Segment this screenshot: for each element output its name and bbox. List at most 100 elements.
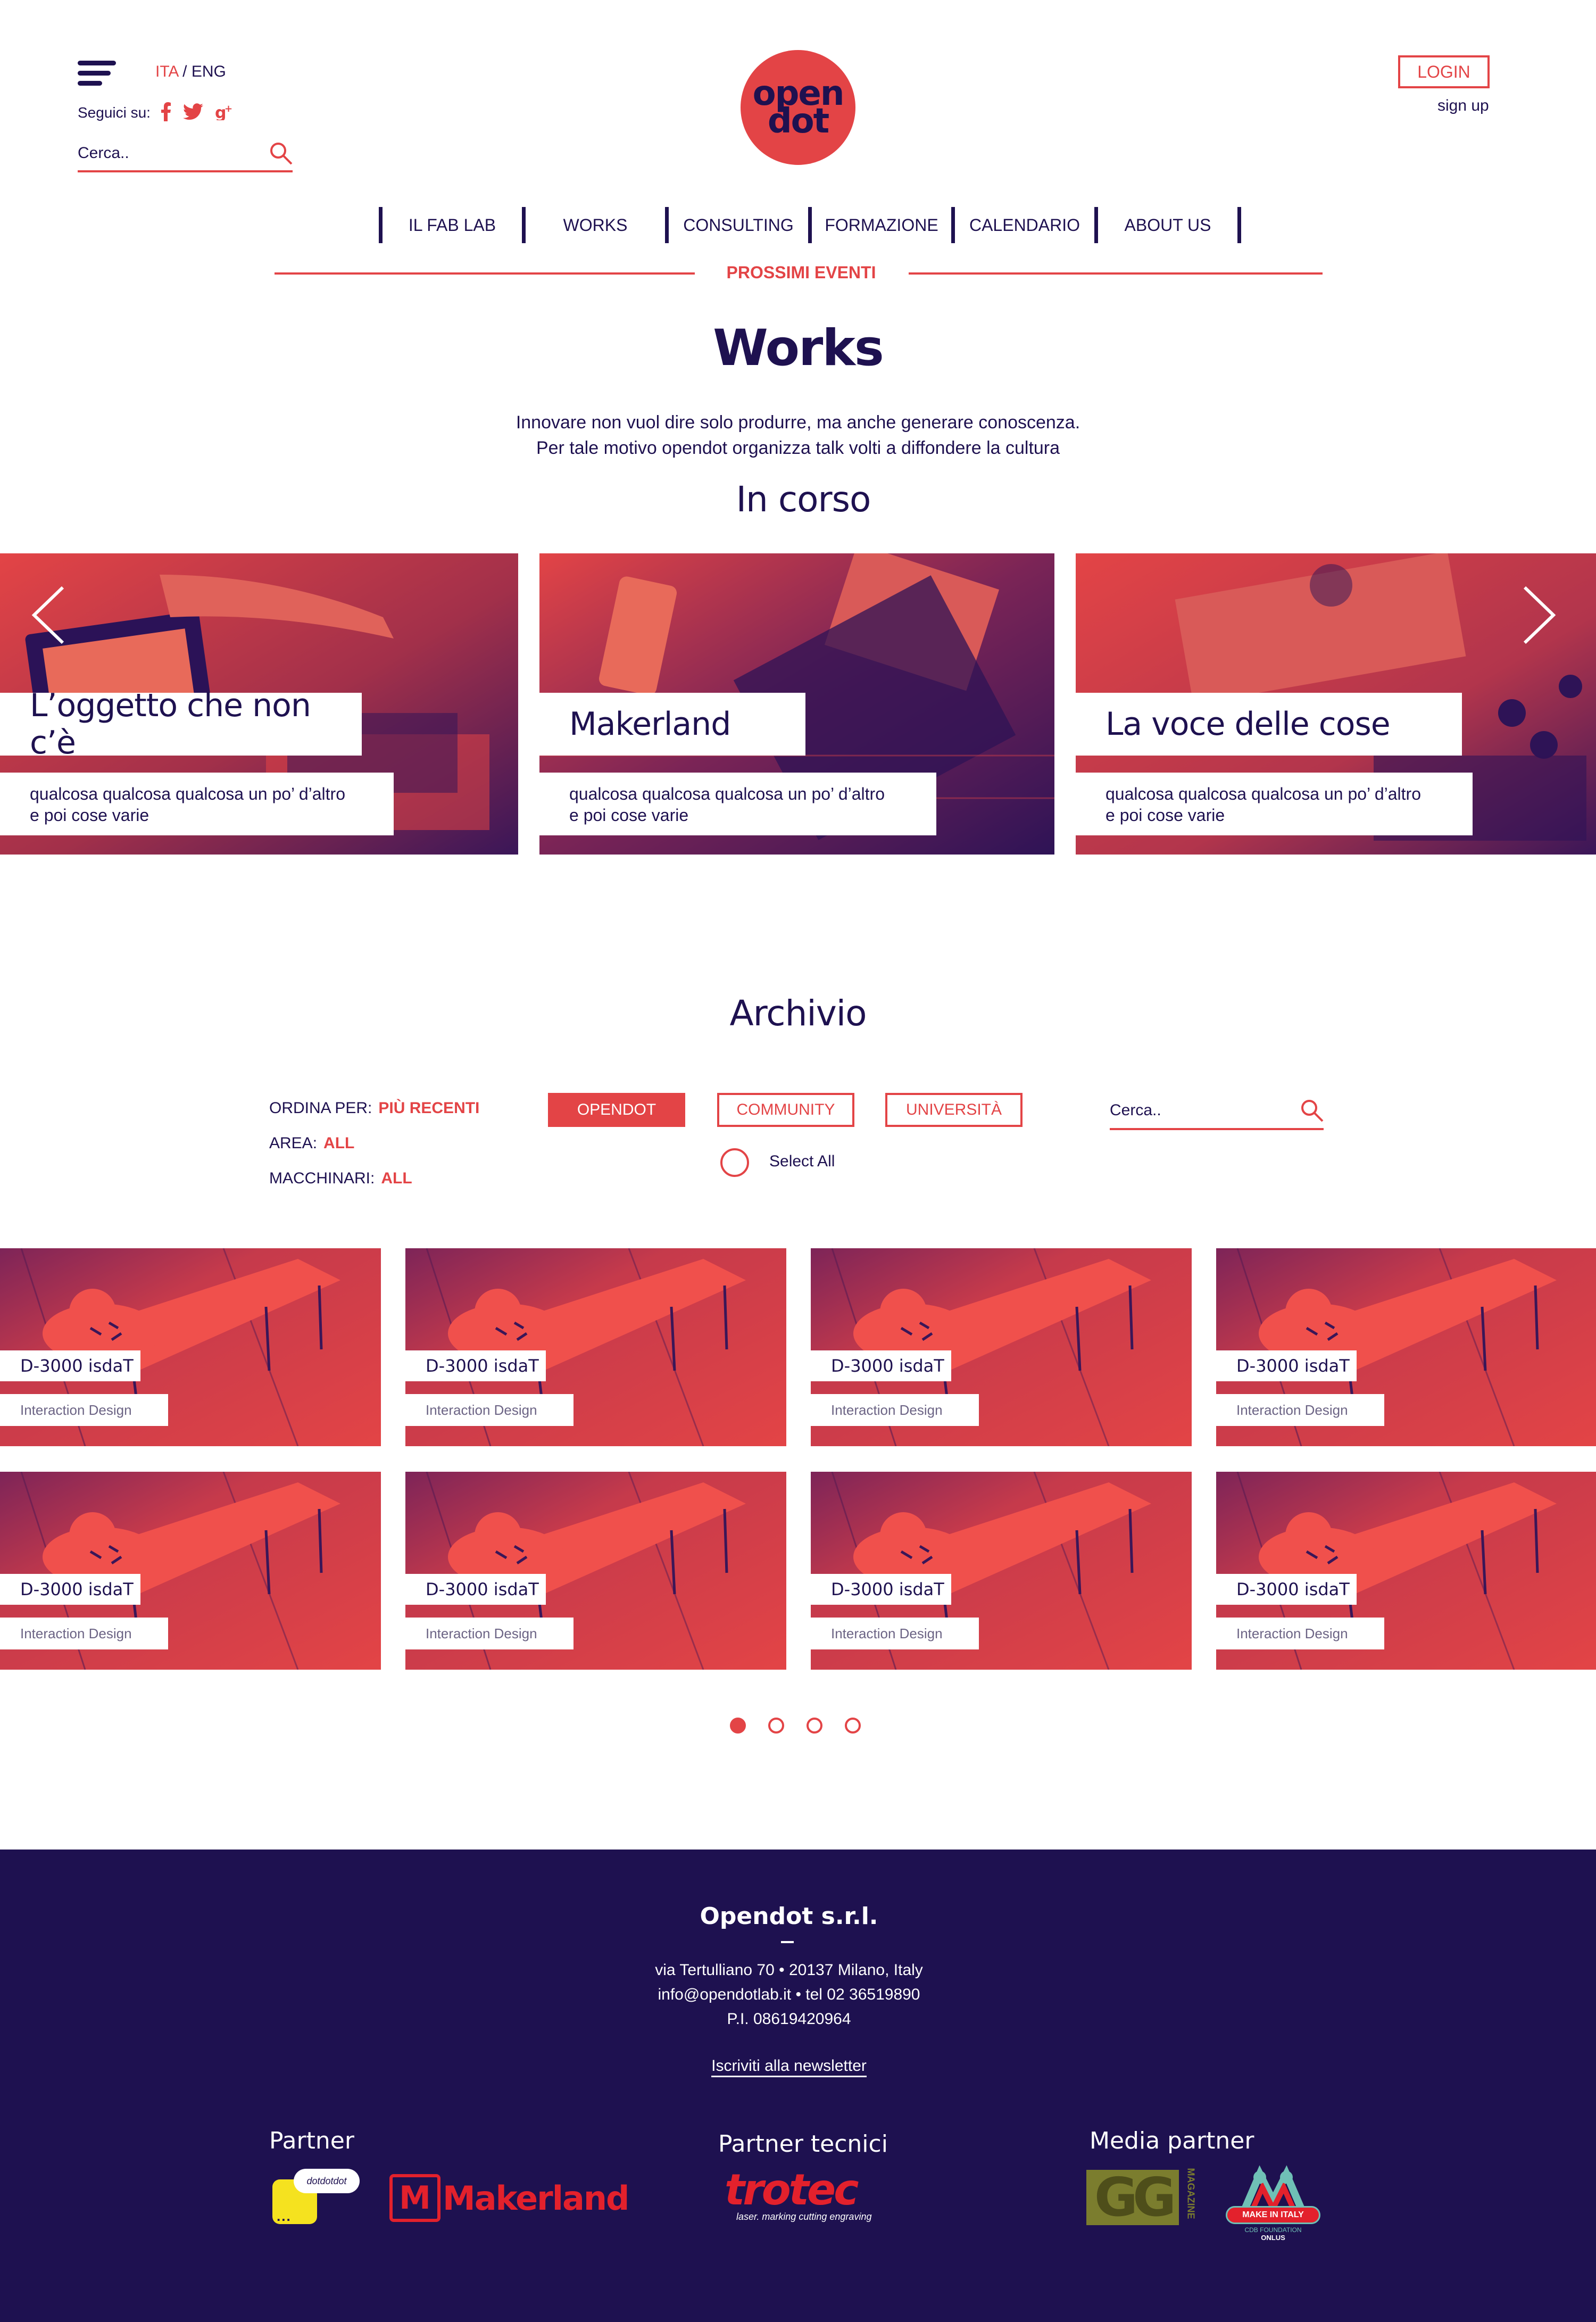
nav-item-works[interactable]: WORKS: [526, 206, 665, 244]
archive-card-title: D-3000 isdaT: [1216, 1574, 1357, 1605]
archivio-heading: Archivio: [729, 993, 867, 1034]
pagination: [730, 1718, 861, 1734]
archive-card[interactable]: D-3000 isdaT Interaction Design: [0, 1248, 381, 1446]
machines-label: MACCHINARI:: [269, 1170, 375, 1187]
sort-filter[interactable]: ORDINA PER: PIÙ RECENTI: [269, 1099, 479, 1117]
upcoming-events-link[interactable]: PROSSIMI EVENTI: [695, 263, 908, 283]
pagination-dot[interactable]: [845, 1718, 861, 1734]
nav-divider: [808, 207, 812, 243]
featured-card-title: Makerland: [539, 693, 805, 756]
archive-card[interactable]: D-3000 isdaT Interaction Design: [1216, 1472, 1596, 1670]
archive-card-title: D-3000 isdaT: [811, 1350, 951, 1381]
facebook-icon[interactable]: [161, 102, 171, 121]
dotdotdot-logo-text: dotdotdot: [294, 2169, 360, 2193]
in-corso-heading: In corso: [736, 479, 871, 520]
dotdotdot-logo[interactable]: ... dotdotdot: [272, 2169, 360, 2224]
featured-card-title: L’oggetto che non c’è: [0, 687, 362, 761]
archive-card[interactable]: D-3000 isdaT Interaction Design: [0, 1472, 381, 1670]
archive-card[interactable]: D-3000 isdaT Interaction Design: [811, 1248, 1192, 1446]
login-button[interactable]: LOGIN: [1398, 55, 1490, 88]
archive-card-title: D-3000 isdaT: [0, 1350, 140, 1381]
archive-card-tag: Interaction Design: [1216, 1618, 1384, 1649]
archive-card-tag: Interaction Design: [811, 1618, 979, 1649]
nav-item-about-us[interactable]: ABOUT US: [1098, 206, 1237, 244]
archive-card[interactable]: D-3000 isdaT Interaction Design: [811, 1472, 1192, 1670]
follow-label: Seguici su:: [78, 104, 151, 121]
lang-ita[interactable]: ITA: [155, 63, 178, 80]
makerland-logo-text: Makerland: [443, 2178, 629, 2218]
carousel-next-button[interactable]: [1520, 584, 1558, 646]
featured-card-title: La voce delle cose: [1076, 693, 1462, 756]
featured-card-description: qualcosa qualcosa qualcosa un po’ d’altr…: [1076, 773, 1473, 835]
language-switcher[interactable]: ITA / ENG: [155, 63, 226, 81]
pagination-dot[interactable]: [768, 1718, 784, 1734]
trotec-tagline: laser. marking cutting engraving: [736, 2211, 872, 2222]
machines-filter[interactable]: MACCHINARI: ALL: [269, 1170, 412, 1188]
gg-magazine-logo[interactable]: GG MAGAZINE: [1086, 2168, 1196, 2232]
select-all-label: Select All: [769, 1152, 835, 1170]
select-all-radio[interactable]: [720, 1148, 749, 1177]
header-search-input[interactable]: [78, 144, 248, 162]
nav-item-consulting[interactable]: CONSULTING: [669, 206, 808, 244]
archive-card[interactable]: D-3000 isdaT Interaction Design: [405, 1472, 786, 1670]
divider-right: [909, 272, 1323, 275]
description-line: e poi cose varie: [30, 806, 149, 825]
area-label: AREA:: [269, 1134, 318, 1152]
archive-search-input[interactable]: [1110, 1101, 1280, 1119]
page-title: Works: [713, 319, 884, 377]
partner-heading: Partner: [269, 2127, 354, 2154]
footer-dash: [781, 1941, 794, 1943]
archive-search: [1110, 1093, 1324, 1130]
menu-icon[interactable]: [78, 61, 116, 91]
newsletter-link[interactable]: Iscriviti alla newsletter: [711, 2057, 867, 2077]
featured-card[interactable]: L’oggetto che non c’è qualcosa qualcosa …: [0, 553, 518, 855]
archive-card-tag: Interaction Design: [0, 1394, 168, 1426]
signup-link[interactable]: sign up: [1437, 97, 1489, 115]
description-line: e poi cose varie: [1105, 806, 1225, 825]
header-search: [78, 136, 293, 172]
make-in-italy-logo[interactable]: MAKE IN ITALY CDB FOUNDATION ONLUS: [1223, 2163, 1324, 2243]
nav-divider: [1094, 207, 1098, 243]
intro-line-1: Innovare non vuol dire solo produrre, ma…: [516, 412, 1080, 433]
makerland-logo[interactable]: M Makerland: [389, 2174, 629, 2222]
sort-value[interactable]: PIÙ RECENTI: [378, 1099, 479, 1117]
area-value[interactable]: ALL: [323, 1134, 354, 1152]
archive-card-tag: Interaction Design: [811, 1394, 979, 1426]
archive-card-title: D-3000 isdaT: [405, 1574, 546, 1605]
nav-item-formazione[interactable]: FORMAZIONE: [812, 206, 951, 244]
media-partner-heading: Media partner: [1090, 2127, 1254, 2154]
filter-community[interactable]: COMMUNITY: [717, 1093, 854, 1127]
google-plus-icon[interactable]: g+: [215, 103, 235, 120]
carousel-prev-button[interactable]: [30, 584, 67, 646]
area-filter[interactable]: AREA: ALL: [269, 1134, 354, 1152]
sort-label: ORDINA PER:: [269, 1099, 372, 1117]
featured-card[interactable]: La voce delle cose qualcosa qualcosa qua…: [1076, 553, 1596, 855]
archive-card-tag: Interaction Design: [405, 1394, 573, 1426]
nav-item-calendario[interactable]: CALENDARIO: [955, 206, 1094, 244]
chevron-left-icon: [31, 586, 64, 644]
trotec-logo-text: trotec: [725, 2165, 859, 2215]
opendot-logo[interactable]: open dot: [741, 50, 855, 165]
archive-card[interactable]: D-3000 isdaT Interaction Design: [1216, 1248, 1596, 1446]
lang-eng[interactable]: ENG: [192, 63, 226, 80]
filter-opendot[interactable]: OPENDOT: [548, 1093, 685, 1127]
chevron-right-icon: [1523, 586, 1556, 644]
intro-line-2: Per tale motivo opendot organizza talk v…: [536, 438, 1060, 458]
footer-company-name: Opendot s.r.l.: [700, 1903, 878, 1930]
search-icon[interactable]: [1300, 1099, 1324, 1122]
nav-divider: [1237, 207, 1241, 243]
pagination-dot[interactable]: [807, 1718, 822, 1734]
search-icon[interactable]: [269, 142, 293, 165]
make-in-italy-sub2: ONLUS: [1261, 2234, 1285, 2242]
featured-card[interactable]: Makerland qualcosa qualcosa qualcosa un …: [539, 553, 1054, 855]
machines-value[interactable]: ALL: [381, 1170, 412, 1187]
nav-divider: [665, 207, 669, 243]
nav-item-fab-lab[interactable]: IL FAB LAB: [383, 206, 522, 244]
svg-text:+: +: [225, 103, 232, 114]
trotec-logo[interactable]: trotec laser. marking cutting engraving: [725, 2169, 900, 2227]
archive-card[interactable]: D-3000 isdaT Interaction Design: [405, 1248, 786, 1446]
twitter-icon[interactable]: [183, 103, 203, 120]
filter-universita[interactable]: UNIVERSITÀ: [885, 1093, 1023, 1127]
divider-left: [275, 272, 695, 275]
pagination-dot[interactable]: [730, 1718, 746, 1734]
